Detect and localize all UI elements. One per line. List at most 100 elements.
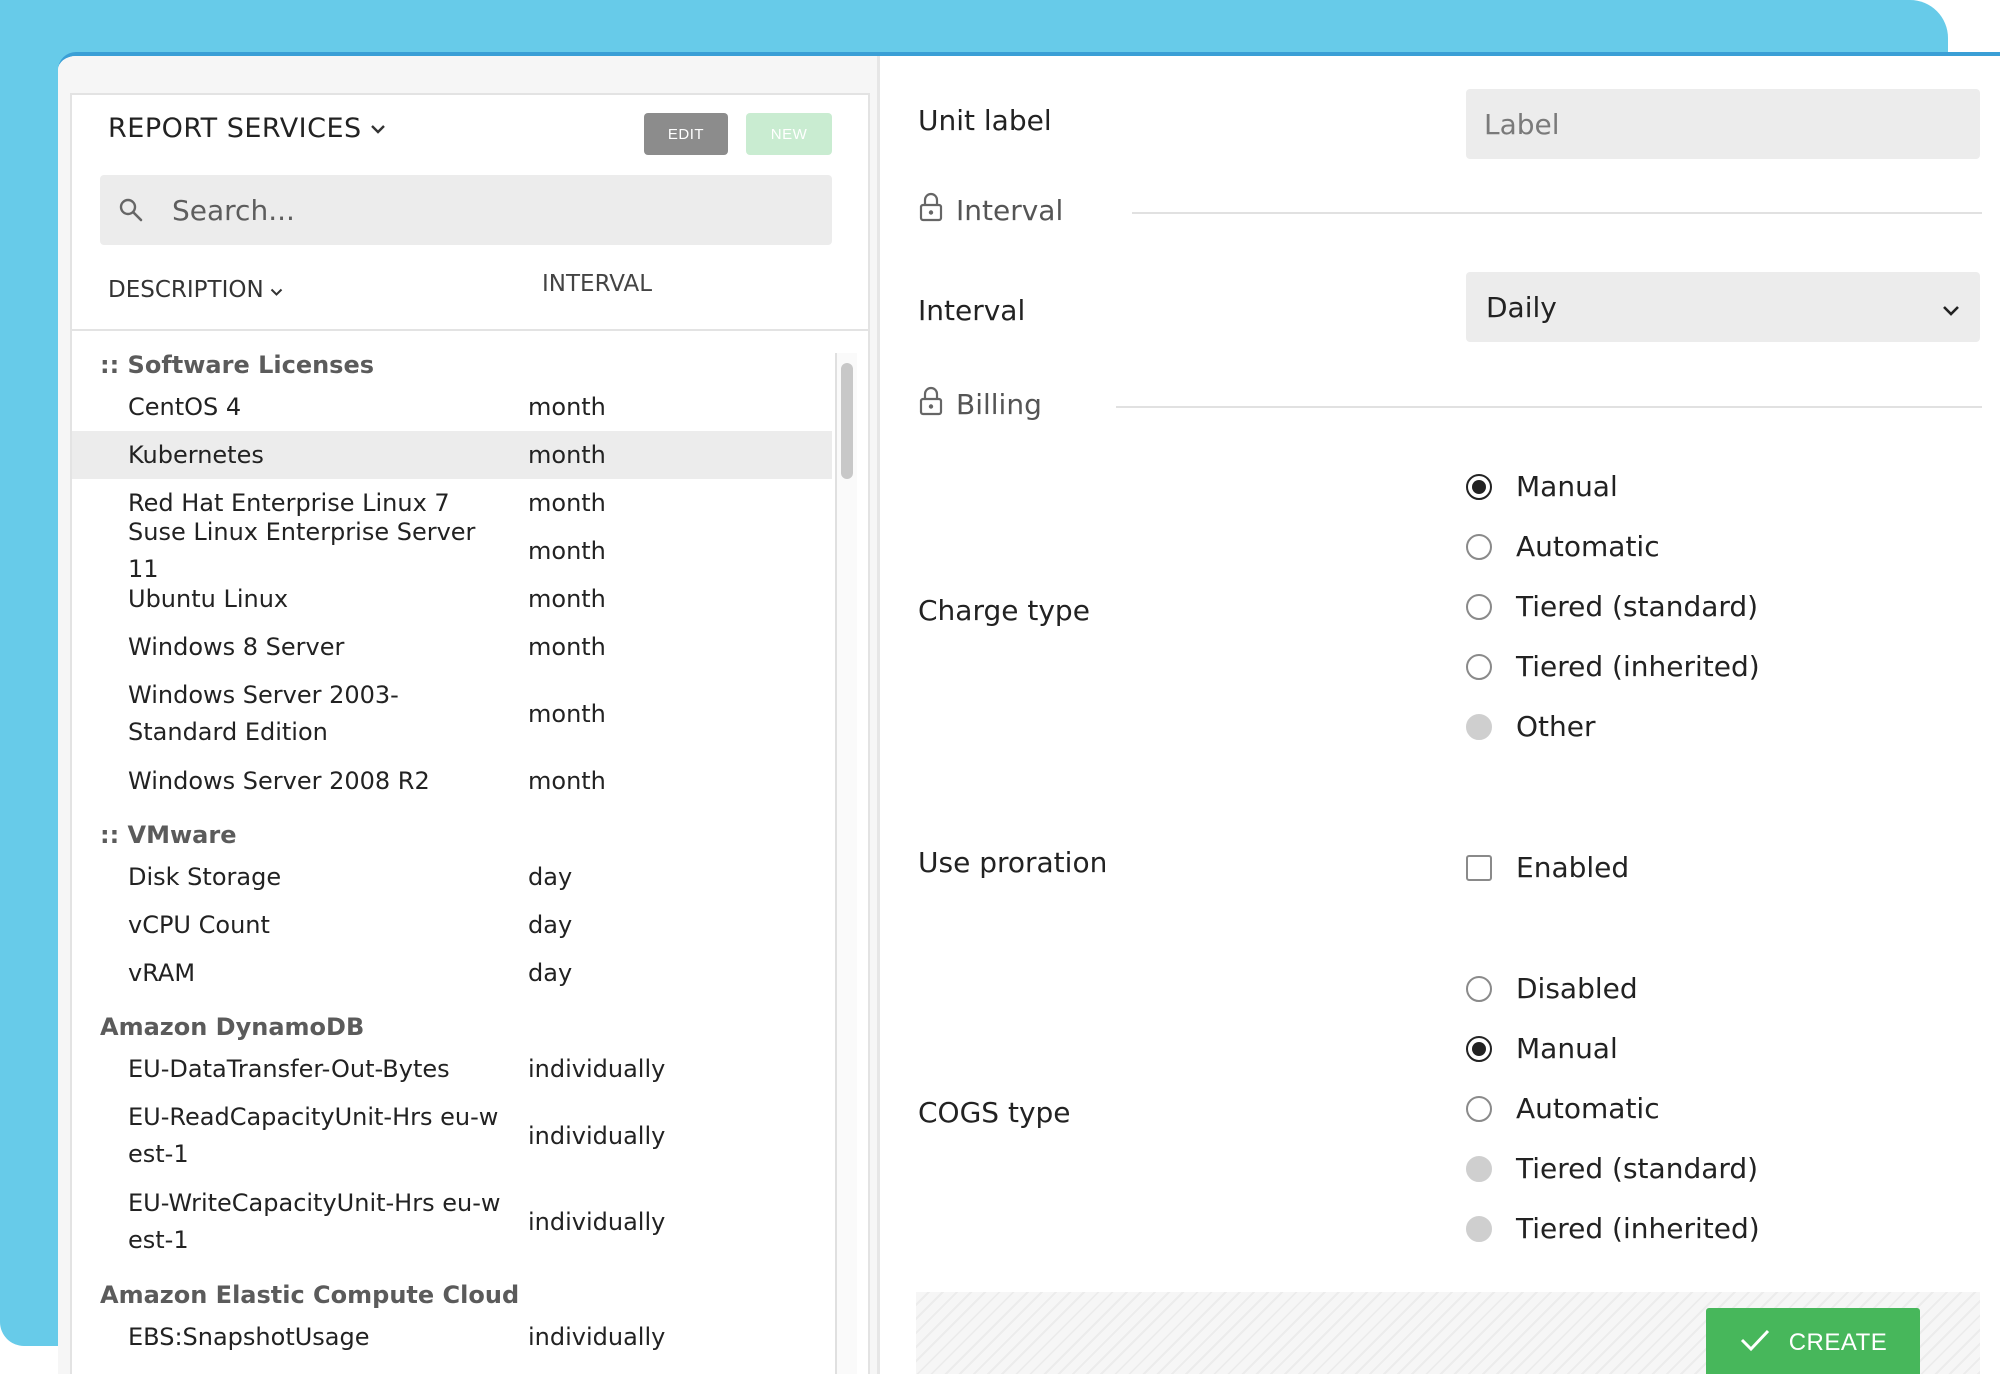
scrollbar-thumb[interactable]	[841, 363, 853, 479]
item-description: Ubuntu Linux	[128, 584, 289, 613]
group-heading: :: VMware	[100, 821, 237, 849]
lock-icon	[918, 192, 944, 229]
radio-unchecked[interactable]	[1466, 1095, 1492, 1122]
chevron-down-icon	[370, 118, 386, 139]
description-column-header[interactable]: DESCRIPTION	[108, 277, 283, 303]
charge-type-option[interactable]: Manual	[1466, 470, 1618, 503]
item-interval: month	[528, 489, 606, 517]
list-item[interactable]: vCPU Count day	[72, 901, 832, 949]
list-item[interactable]: EBS:SnapshotUsage individually	[72, 1313, 832, 1361]
charge-type-option[interactable]: Automatic	[1466, 530, 1660, 563]
list-item[interactable]: EU-ReadCapacityUnit-Hrs eu-west-1 indivi…	[72, 1093, 832, 1179]
list-item[interactable]: Windows Server 2008 R2 month	[72, 757, 832, 805]
edit-button[interactable]: EDIT	[644, 113, 728, 155]
option-label: Automatic	[1516, 530, 1660, 563]
interval-select-value: Daily	[1486, 290, 1557, 324]
option-label: Tiered (standard)	[1516, 590, 1759, 623]
radio-unchecked[interactable]	[1466, 593, 1492, 620]
item-description: EU-ReadCapacityUnit-Hrs eu-west-1	[128, 1103, 499, 1168]
lock-icon	[918, 386, 944, 423]
group-heading: :: Software Licenses	[100, 351, 375, 379]
list-scrollbar[interactable]	[835, 353, 857, 1374]
item-interval: day	[528, 959, 573, 987]
charge-type-option[interactable]: Tiered (standard)	[1466, 590, 1758, 623]
search-input[interactable]	[170, 192, 814, 228]
service-form: Unit label Interval Interval Daily Billi…	[880, 56, 2000, 1374]
radio-unchecked[interactable]	[1466, 975, 1492, 1002]
item-description: vCPU Count	[128, 910, 270, 939]
cogs-type-option[interactable]: Manual	[1466, 1032, 1618, 1065]
radio-unchecked[interactable]	[1466, 533, 1492, 560]
option-label: Manual	[1516, 470, 1618, 503]
list-item[interactable]: Windows 8 Server month	[72, 623, 832, 671]
option-label: Disabled	[1516, 972, 1638, 1005]
radio-checked[interactable]	[1466, 473, 1492, 500]
interval-select[interactable]: Daily	[1466, 272, 1980, 342]
list-item[interactable]: Windows Server 2003- Standard Edition mo…	[72, 671, 832, 757]
item-interval: month	[528, 767, 606, 795]
cogs-type-option[interactable]: Automatic	[1466, 1092, 1660, 1125]
item-description: Windows 8 Server	[128, 632, 345, 661]
report-services-dropdown[interactable]: REPORT SERVICES	[108, 113, 386, 144]
use-proration-label: Use proration	[918, 846, 1108, 879]
services-panel: REPORT SERVICES EDIT NEW DESCRIPTION	[58, 56, 880, 1374]
option-label: Enabled	[1516, 851, 1630, 884]
radio-disabled	[1466, 713, 1492, 740]
option-label: Tiered (standard)	[1516, 1152, 1759, 1185]
charge-type-label: Charge type	[918, 594, 1090, 627]
section-divider	[1116, 406, 1982, 408]
list-item[interactable]: Kubernetes month	[72, 431, 832, 479]
item-interval: individually	[528, 1122, 666, 1150]
interval-section-heading: Interval	[918, 192, 1063, 229]
list-item[interactable]: vRAM day	[72, 949, 832, 997]
item-description: Windows Server 2008 R2	[128, 766, 430, 795]
radio-disabled	[1466, 1155, 1492, 1182]
list-item[interactable]: EU-DataTransfer-Out-Bytes individually	[72, 1045, 832, 1093]
proration-checkbox[interactable]	[1466, 854, 1492, 881]
unit-label-input[interactable]	[1466, 89, 1980, 159]
proration-option[interactable]: Enabled	[1466, 851, 1629, 884]
interval-column-header: INTERVAL	[542, 271, 653, 297]
cogs-type-label: COGS type	[918, 1096, 1071, 1129]
option-label: Automatic	[1516, 1092, 1660, 1125]
radio-unchecked[interactable]	[1466, 653, 1492, 680]
create-button[interactable]: CREATE	[1706, 1308, 1920, 1374]
item-interval: month	[528, 633, 606, 661]
billing-section-heading: Billing	[918, 386, 1042, 423]
list-item[interactable]: Disk Storage day	[72, 853, 832, 901]
charge-type-option[interactable]: Tiered (inherited)	[1466, 650, 1760, 683]
search-icon	[118, 197, 162, 223]
list-item[interactable]: EU-WriteCapacityUnit-Hrs eu-west-1 indiv…	[72, 1179, 832, 1265]
group-heading: Amazon DynamoDB	[100, 1013, 365, 1041]
cogs-type-option[interactable]: Disabled	[1466, 972, 1638, 1005]
option-label: Other	[1516, 710, 1596, 743]
item-interval: month	[528, 700, 606, 728]
services-list: :: Software Licenses CentOS 4 month Kube…	[72, 331, 832, 1374]
option-label: Tiered (inherited)	[1516, 1212, 1760, 1245]
list-item[interactable]: Ubuntu Linux month	[72, 575, 832, 623]
list-item[interactable]: Suse Linux Enterprise Server 11 month	[72, 518, 832, 583]
item-description: Kubernetes	[128, 440, 264, 469]
option-label: Manual	[1516, 1032, 1618, 1065]
description-column-label: DESCRIPTION	[108, 277, 264, 303]
new-button[interactable]: NEW	[746, 113, 832, 155]
cogs-type-option: Tiered (standard)	[1466, 1152, 1758, 1185]
report-services-title: REPORT SERVICES	[108, 113, 362, 144]
check-icon	[1739, 1328, 1771, 1359]
item-interval: individually	[528, 1055, 666, 1083]
interval-label: Interval	[918, 294, 1026, 327]
interval-section-title: Interval	[956, 194, 1064, 227]
item-interval: month	[528, 585, 606, 613]
item-interval: day	[528, 863, 573, 891]
item-description: Windows Server 2003- Standard Edition	[128, 681, 399, 746]
item-description: Disk Storage	[128, 862, 282, 891]
list-item[interactable]: CentOS 4 month	[72, 383, 832, 431]
item-interval: day	[528, 911, 573, 939]
radio-checked[interactable]	[1466, 1035, 1492, 1062]
item-interval: month	[528, 393, 606, 421]
item-interval: individually	[528, 1323, 666, 1351]
item-description: EU-DataTransfer-Out-Bytes	[128, 1054, 450, 1083]
chevron-down-icon	[270, 277, 283, 303]
item-description: CentOS 4	[128, 392, 242, 421]
option-label: Tiered (inherited)	[1516, 650, 1760, 683]
